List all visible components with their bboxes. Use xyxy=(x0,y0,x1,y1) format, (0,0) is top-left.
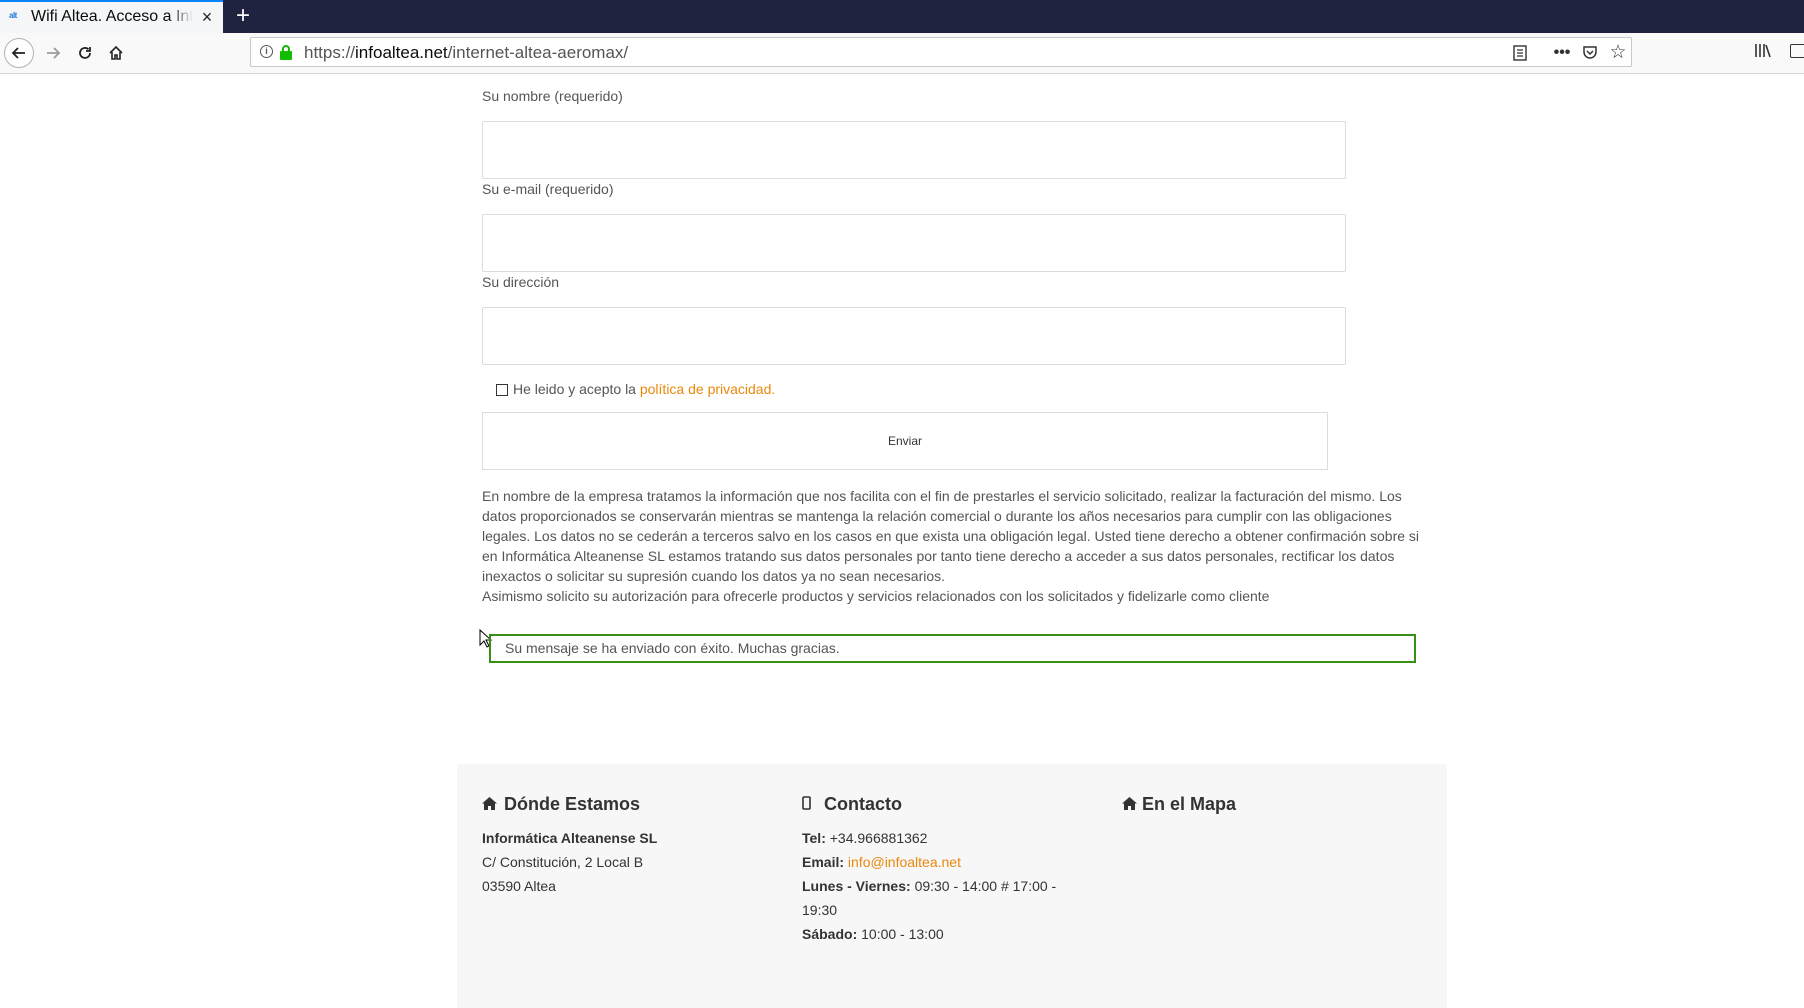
company-name: Informática Alteanense SL xyxy=(482,830,658,846)
more-actions-icon[interactable]: ••• xyxy=(1551,42,1573,64)
footer-location: Dónde Estamos Informática Alteanense SL … xyxy=(482,792,657,898)
saturday-label: Sábado: xyxy=(802,926,858,942)
footer-contact-title: Contacto xyxy=(802,792,1092,816)
weekday-hours: 09:30 - 14:00 # 17:00 - xyxy=(914,878,1057,894)
url-text[interactable]: https://infoaltea.net/internet-altea-aer… xyxy=(304,43,628,63)
street-address: C/ Constitución, 2 Local B xyxy=(482,854,644,870)
site-favicon-icon: alt xyxy=(9,11,17,20)
close-tab-icon[interactable]: × xyxy=(197,7,217,27)
url-domain: infoaltea.net xyxy=(355,43,448,62)
tel-value: +34.966881362 xyxy=(829,830,928,846)
mobile-icon xyxy=(802,794,824,818)
privacy-notice: En nombre de la empresa tratamos la info… xyxy=(482,486,1427,606)
arrow-left-icon xyxy=(11,47,25,59)
privacy-consent-checkbox[interactable] xyxy=(496,384,508,396)
saturday-hours: 10:00 - 13:00 xyxy=(861,926,944,942)
new-tab-button[interactable]: + xyxy=(230,3,256,29)
tab-title: Wifi Altea. Acceso a Internet xyxy=(31,8,193,25)
submit-button[interactable]: Enviar xyxy=(482,412,1328,470)
url-scheme: https:// xyxy=(304,43,356,62)
footer-contact-heading: Contacto xyxy=(824,794,902,814)
address-label: Su dirección xyxy=(482,274,560,290)
library-icon[interactable] xyxy=(1754,42,1772,63)
pocket-icon[interactable] xyxy=(1579,42,1601,64)
sidebar-toggle-icon[interactable] xyxy=(1790,44,1804,58)
footer-map: En el Mapa xyxy=(1122,792,1236,816)
footer-map-title: En el Mapa xyxy=(1122,792,1236,816)
footer-contact: Contacto Tel: +34.966881362 Email: info@… xyxy=(802,792,1092,946)
email-label: Su e-mail (requerido) xyxy=(482,181,614,197)
name-label: Su nombre (requerido) xyxy=(482,88,623,104)
consent-text: He leido y acepto la xyxy=(513,381,636,397)
info-icon[interactable]: i xyxy=(260,45,273,58)
tab-bar: alt Wifi Altea. Acceso a Internet × + xyxy=(0,0,1804,33)
email-label-footer: Email: xyxy=(802,854,845,870)
home-icon xyxy=(1122,794,1142,818)
footer: Dónde Estamos Informática Alteanense SL … xyxy=(457,764,1447,1008)
privacy-consent-line: Asimismo solicito su autorización para o… xyxy=(482,588,1270,604)
tab-active[interactable]: alt Wifi Altea. Acceso a Internet × xyxy=(0,0,223,33)
url-path: /internet-altea-aeromax/ xyxy=(447,43,629,62)
name-input[interactable] xyxy=(482,121,1346,179)
lock-icon[interactable] xyxy=(279,44,293,60)
forward-button[interactable] xyxy=(38,38,68,68)
arrow-right-icon xyxy=(47,47,61,59)
email-link[interactable]: info@infoaltea.net xyxy=(848,854,961,870)
privacy-policy-link[interactable]: política de privacidad. xyxy=(640,381,775,397)
footer-location-heading: Dónde Estamos xyxy=(504,794,641,814)
page-content: Su nombre (requerido) Su e-mail (requeri… xyxy=(0,74,1804,1008)
email-input[interactable] xyxy=(482,214,1346,272)
footer-map-heading: En el Mapa xyxy=(1142,794,1237,814)
city-address: 03590 Altea xyxy=(482,878,556,894)
reload-icon xyxy=(79,47,91,59)
back-button[interactable] xyxy=(4,38,34,68)
address-input[interactable] xyxy=(482,307,1346,365)
home-icon xyxy=(482,794,504,818)
tel-label: Tel: xyxy=(802,830,826,846)
weekday-label: Lunes - Viernes: xyxy=(802,878,911,894)
success-message: Su mensaje se ha enviado con éxito. Much… xyxy=(489,634,1416,663)
weekday-hours-end: 19:30 xyxy=(802,902,838,918)
reload-button[interactable] xyxy=(70,38,100,68)
footer-location-title: Dónde Estamos xyxy=(482,792,657,816)
privacy-notice-paragraph: En nombre de la empresa tratamos la info… xyxy=(482,488,1420,584)
home-icon xyxy=(109,45,123,60)
navigation-toolbar: i https://infoaltea.net/internet-altea-a… xyxy=(0,33,1804,74)
privacy-consent-label: He leido y acepto la política de privaci… xyxy=(513,381,775,397)
reader-view-icon[interactable] xyxy=(1509,42,1531,64)
home-button[interactable] xyxy=(101,38,131,68)
url-bar[interactable]: i https://infoaltea.net/internet-altea-a… xyxy=(250,37,1632,67)
bookmark-star-icon[interactable]: ☆ xyxy=(1607,42,1629,64)
